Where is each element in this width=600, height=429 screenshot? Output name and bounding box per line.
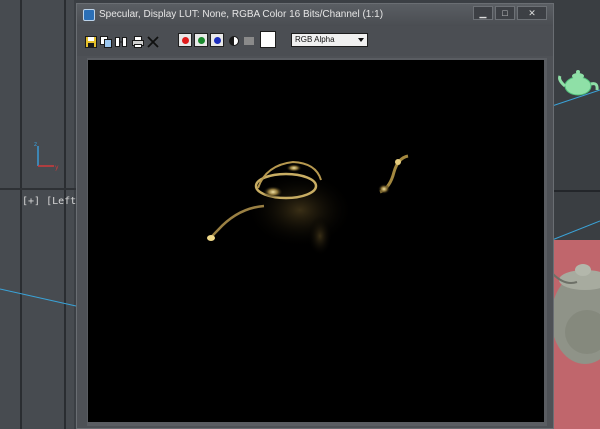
- viewport-divider: [64, 0, 66, 429]
- red-dot-icon: [182, 37, 189, 44]
- left-viewport[interactable]: [0, 0, 74, 429]
- window-title: Specular, Display LUT: None, RGBA Color …: [99, 9, 384, 20]
- save-icon[interactable]: [85, 36, 97, 48]
- teapot-wireframe-icon: [558, 70, 599, 96]
- chevron-down-icon: [358, 38, 364, 42]
- svg-text:z: z: [34, 141, 37, 148]
- render-toolbar: RGB Alpha: [77, 26, 553, 56]
- red-channel-button[interactable]: [178, 33, 192, 47]
- axis-gizmo-icon: z y: [34, 141, 59, 171]
- monochrome-icon[interactable]: [243, 35, 255, 47]
- viewport-divider: [552, 190, 600, 192]
- minimize-button[interactable]: ▁: [473, 6, 493, 20]
- blue-dot-icon: [214, 37, 221, 44]
- window-titlebar[interactable]: Specular, Display LUT: None, RGBA Color …: [77, 4, 553, 26]
- svg-text:y: y: [55, 164, 59, 171]
- clear-icon[interactable]: [147, 36, 159, 48]
- viewport-divider: [20, 0, 22, 429]
- app-icon: [83, 9, 95, 21]
- clone-icon[interactable]: [115, 36, 127, 48]
- green-channel-button[interactable]: [194, 33, 208, 47]
- copy-icon[interactable]: [100, 36, 112, 48]
- viewport-divider: [0, 188, 76, 190]
- maximize-button[interactable]: □: [495, 6, 515, 20]
- display-channel-value: RGB Alpha: [295, 35, 335, 44]
- render-frame-window[interactable]: Specular, Display LUT: None, RGBA Color …: [76, 3, 554, 429]
- alpha-channel-icon[interactable]: [228, 35, 240, 47]
- green-dot-icon: [198, 37, 205, 44]
- color-swatch[interactable]: [260, 31, 276, 48]
- rendered-image[interactable]: [88, 60, 544, 422]
- display-channel-select[interactable]: RGB Alpha: [291, 33, 368, 47]
- render-canvas-frame: [87, 58, 547, 426]
- specular-teapot-render: [207, 154, 409, 256]
- close-button[interactable]: ✕: [517, 6, 547, 20]
- print-icon[interactable]: [132, 36, 144, 48]
- blue-channel-button[interactable]: [210, 33, 224, 47]
- perspective-teapot: [547, 240, 600, 429]
